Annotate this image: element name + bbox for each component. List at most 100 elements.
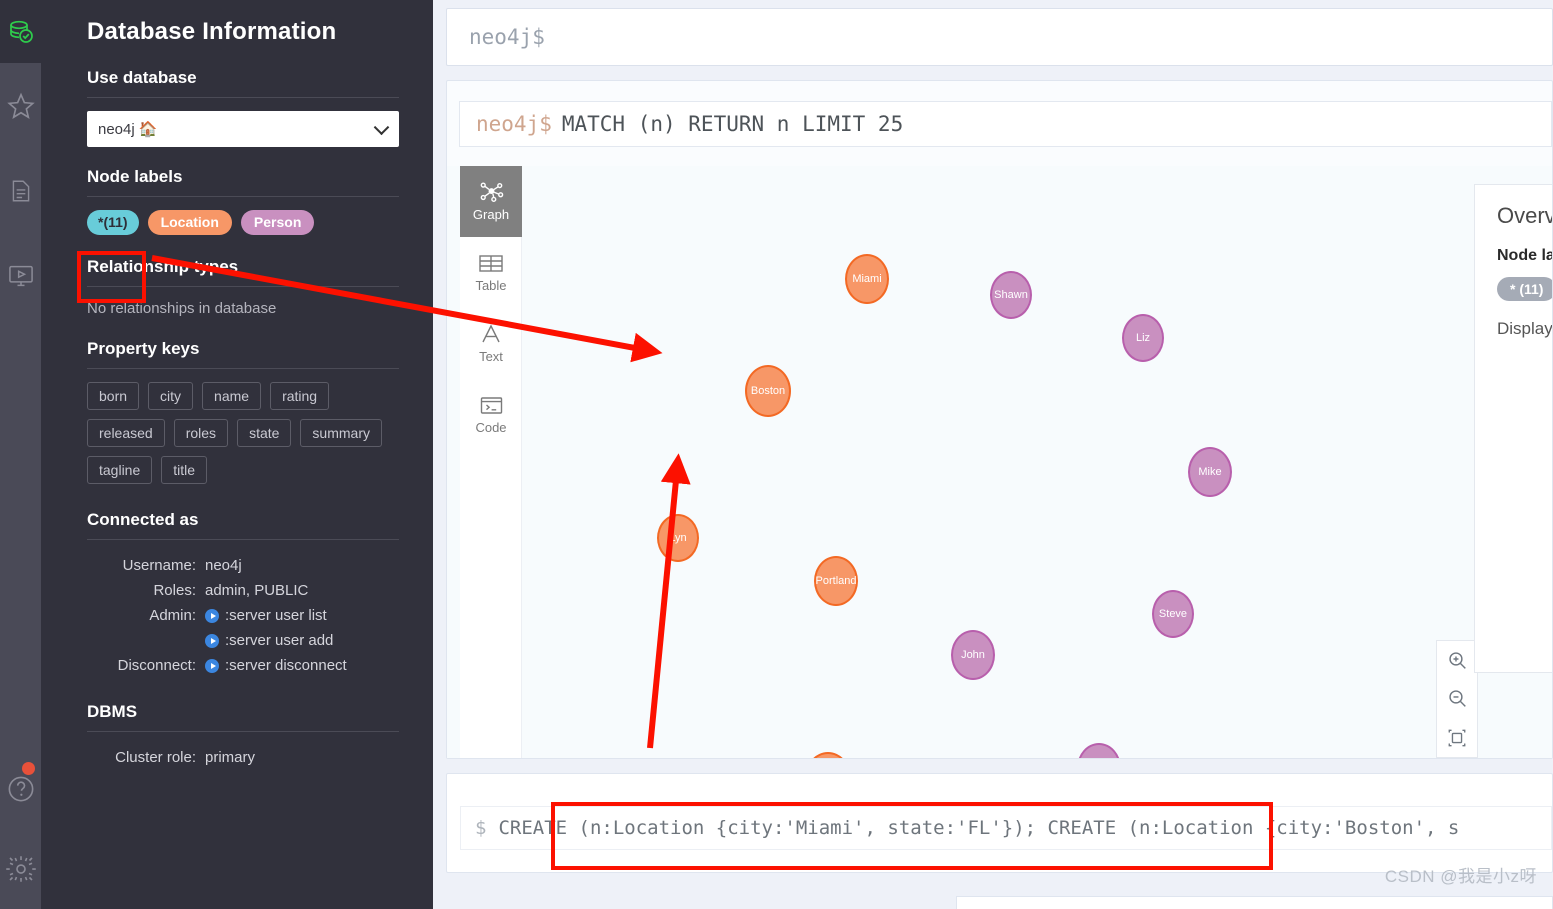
graph-node[interactable]: Liz [1122, 314, 1164, 362]
annotation-box-create-statement [551, 802, 1273, 870]
command-label: :server user list [225, 607, 327, 624]
property-key[interactable]: name [202, 382, 262, 410]
row-value: primary [205, 749, 256, 766]
main-area: neo4j$ neo4j$ MATCH (n) RETURN n LIMIT 2… [433, 0, 1553, 909]
property-key[interactable]: tagline [87, 456, 153, 484]
overview-node-labels-heading: Node labels [1497, 247, 1552, 264]
node-label: Boston [750, 385, 786, 397]
tab-graph[interactable]: Graph [460, 166, 522, 237]
property-key[interactable]: city [148, 382, 194, 410]
row-key: Roles: [153, 582, 196, 599]
database-select[interactable]: neo4j 🏠 [87, 111, 399, 147]
node-label-chip-location[interactable]: Location [147, 210, 232, 235]
node-label: Miami [852, 273, 882, 285]
tab-label: Graph [472, 207, 510, 222]
settings-icon[interactable] [0, 829, 41, 909]
play-icon [205, 633, 219, 648]
divider [87, 368, 399, 369]
command-link-server-disconnect[interactable]: :server disconnect [205, 653, 347, 678]
node-label: Portland [815, 575, 857, 587]
node-label-chip-person[interactable]: Person [240, 210, 315, 235]
property-key[interactable]: title [161, 456, 208, 484]
node-label: Steve [1158, 608, 1188, 620]
row-key [87, 628, 205, 653]
zoom-in-button[interactable] [1442, 644, 1472, 676]
graph-node[interactable]: Sally [1077, 743, 1121, 758]
property-key[interactable]: rating [270, 382, 330, 410]
divider [87, 731, 399, 732]
command-link-server-user-list[interactable]: :server user list [205, 603, 327, 628]
editor-prompt: neo4j$ [469, 25, 545, 49]
favorites-icon[interactable] [0, 63, 41, 148]
database-status-icon[interactable] [0, 0, 41, 63]
play-icon [205, 658, 219, 673]
divider [87, 196, 399, 197]
command-label: :server user add [225, 632, 334, 649]
graph-canvas[interactable]: Miami Shawn Liz Boston Mike Lyn Portland… [522, 166, 1552, 758]
tab-label: Code [475, 419, 507, 435]
property-key[interactable]: state [237, 419, 292, 447]
connected-row-admin-2: :server user add [87, 628, 399, 653]
graph-node[interactable]: Miami [845, 254, 889, 304]
property-key[interactable]: born [87, 382, 140, 410]
node-label-chip-all[interactable]: *(11) [87, 210, 139, 235]
help-icon[interactable] [0, 749, 41, 829]
zoom-fit-button[interactable] [1442, 722, 1472, 754]
overview-node-label-chip[interactable]: * (11) [1497, 277, 1552, 301]
connected-row-username: Username: neo4j [87, 553, 399, 578]
graph-node[interactable]: Boston [745, 365, 791, 417]
tab-text[interactable]: Text [460, 308, 522, 379]
node-label: Lyn [669, 532, 687, 544]
property-keys-heading: Property keys [87, 339, 200, 358]
graph-node[interactable]: Shawn [990, 271, 1032, 319]
chevron-down-icon [373, 119, 390, 136]
next-frame-stub [956, 896, 1553, 909]
row-key: Admin: [149, 607, 196, 624]
graph-node[interactable]: Steve [1152, 590, 1194, 638]
row-key: Username: [122, 557, 196, 574]
use-database-heading: Use database [87, 68, 197, 87]
overview-display-label: Display [1497, 319, 1552, 338]
tab-code[interactable]: Code [460, 379, 522, 450]
result-frame: neo4j$ MATCH (n) RETURN n LIMIT 25 Graph [446, 80, 1553, 759]
property-key[interactable]: summary [300, 419, 382, 447]
node-label: Mike [1198, 466, 1222, 478]
node-label: Shawn [994, 289, 1028, 301]
divider [87, 539, 399, 540]
annotation-box-node-labels [77, 251, 146, 303]
overview-title: Overview [1497, 203, 1552, 228]
tab-label: Text [479, 349, 503, 364]
divider [87, 97, 399, 98]
editor-top-bar[interactable]: neo4j$ [446, 8, 1553, 66]
dbms-heading: DBMS [87, 702, 138, 721]
graph-node[interactable]: Lyn [657, 514, 699, 562]
database-select-value: neo4j 🏠 [98, 121, 158, 138]
connected-as-heading: Connected as [87, 510, 199, 529]
guides-icon[interactable] [0, 233, 41, 318]
connected-row-disconnect: Disconnect: :server disconnect [87, 653, 399, 678]
connected-row-admin: Admin: :server user list [87, 603, 399, 628]
frame-query-prompt: neo4j$ [476, 112, 552, 136]
command-link-server-user-add[interactable]: :server user add [205, 628, 333, 653]
page-title: Database Information [87, 18, 337, 45]
icon-rail [0, 0, 41, 909]
documents-icon[interactable] [0, 148, 41, 233]
node-labels-list: *(11) Location Person [87, 210, 399, 235]
property-key[interactable]: released [87, 419, 165, 447]
graph-node[interactable]: San Franci... [805, 752, 851, 758]
row-value: admin, PUBLIC [205, 582, 309, 599]
dollar-prompt: $ [475, 817, 487, 839]
row-key: Disconnect: [117, 657, 196, 674]
frame-query-text: MATCH (n) RETURN n LIMIT 25 [561, 112, 904, 136]
zoom-out-button[interactable] [1442, 683, 1472, 715]
zoom-controls [1436, 640, 1478, 758]
property-key[interactable]: roles [173, 419, 229, 447]
node-label: Liz [1135, 332, 1151, 344]
view-tabs: Graph Table Text Code [460, 166, 522, 758]
tab-label: Table [475, 277, 507, 293]
tab-table[interactable]: Table [460, 237, 522, 308]
graph-node[interactable]: Mike [1188, 447, 1232, 497]
overview-panel: Overview Node labels * (11) Display [1474, 184, 1552, 673]
graph-node[interactable]: John [951, 630, 995, 680]
graph-node[interactable]: Portland [814, 556, 858, 606]
